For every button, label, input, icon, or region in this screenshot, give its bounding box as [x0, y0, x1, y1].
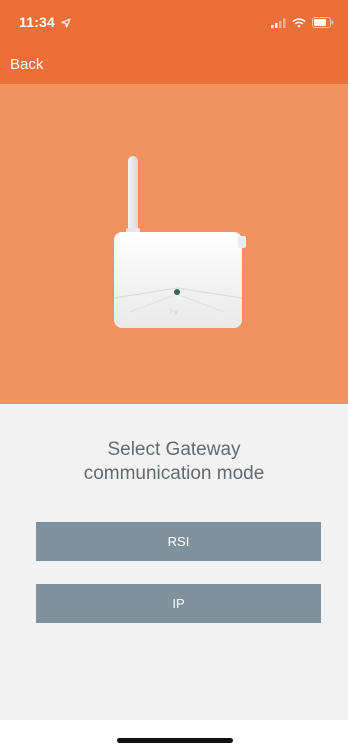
- prompt-line-1: Select Gateway: [107, 439, 241, 460]
- back-button[interactable]: Back: [10, 56, 43, 73]
- location-arrow-icon: [61, 15, 71, 33]
- home-indicator[interactable]: [117, 738, 233, 743]
- prompt-line-2: communication mode: [83, 463, 265, 484]
- home-indicator-area: [0, 720, 348, 752]
- ip-button[interactable]: IP: [36, 584, 321, 623]
- gateway-mode-screen: 11:34 Back f-y Select Gateway communicat…: [0, 0, 348, 752]
- cellular-signal-icon: [271, 15, 286, 33]
- wifi-icon: [292, 15, 306, 33]
- svg-text:f-y: f-y: [170, 309, 178, 316]
- rsi-button[interactable]: RSI: [36, 522, 321, 561]
- mode-selection-panel: Select Gateway communication mode RSI IP: [0, 404, 348, 720]
- page-title: Select Gateway communication mode: [0, 438, 348, 486]
- hero-banner: f-y: [0, 84, 348, 404]
- gateway-device-image: f-y: [100, 144, 250, 339]
- status-bar: 11:34: [0, 0, 348, 44]
- navigation-bar: Back: [0, 44, 348, 84]
- status-icons: [271, 15, 334, 33]
- rsi-button-label: RSI: [167, 534, 190, 549]
- battery-icon: [312, 15, 334, 33]
- status-time: 11:34: [19, 14, 56, 30]
- ip-button-label: IP: [172, 596, 185, 611]
